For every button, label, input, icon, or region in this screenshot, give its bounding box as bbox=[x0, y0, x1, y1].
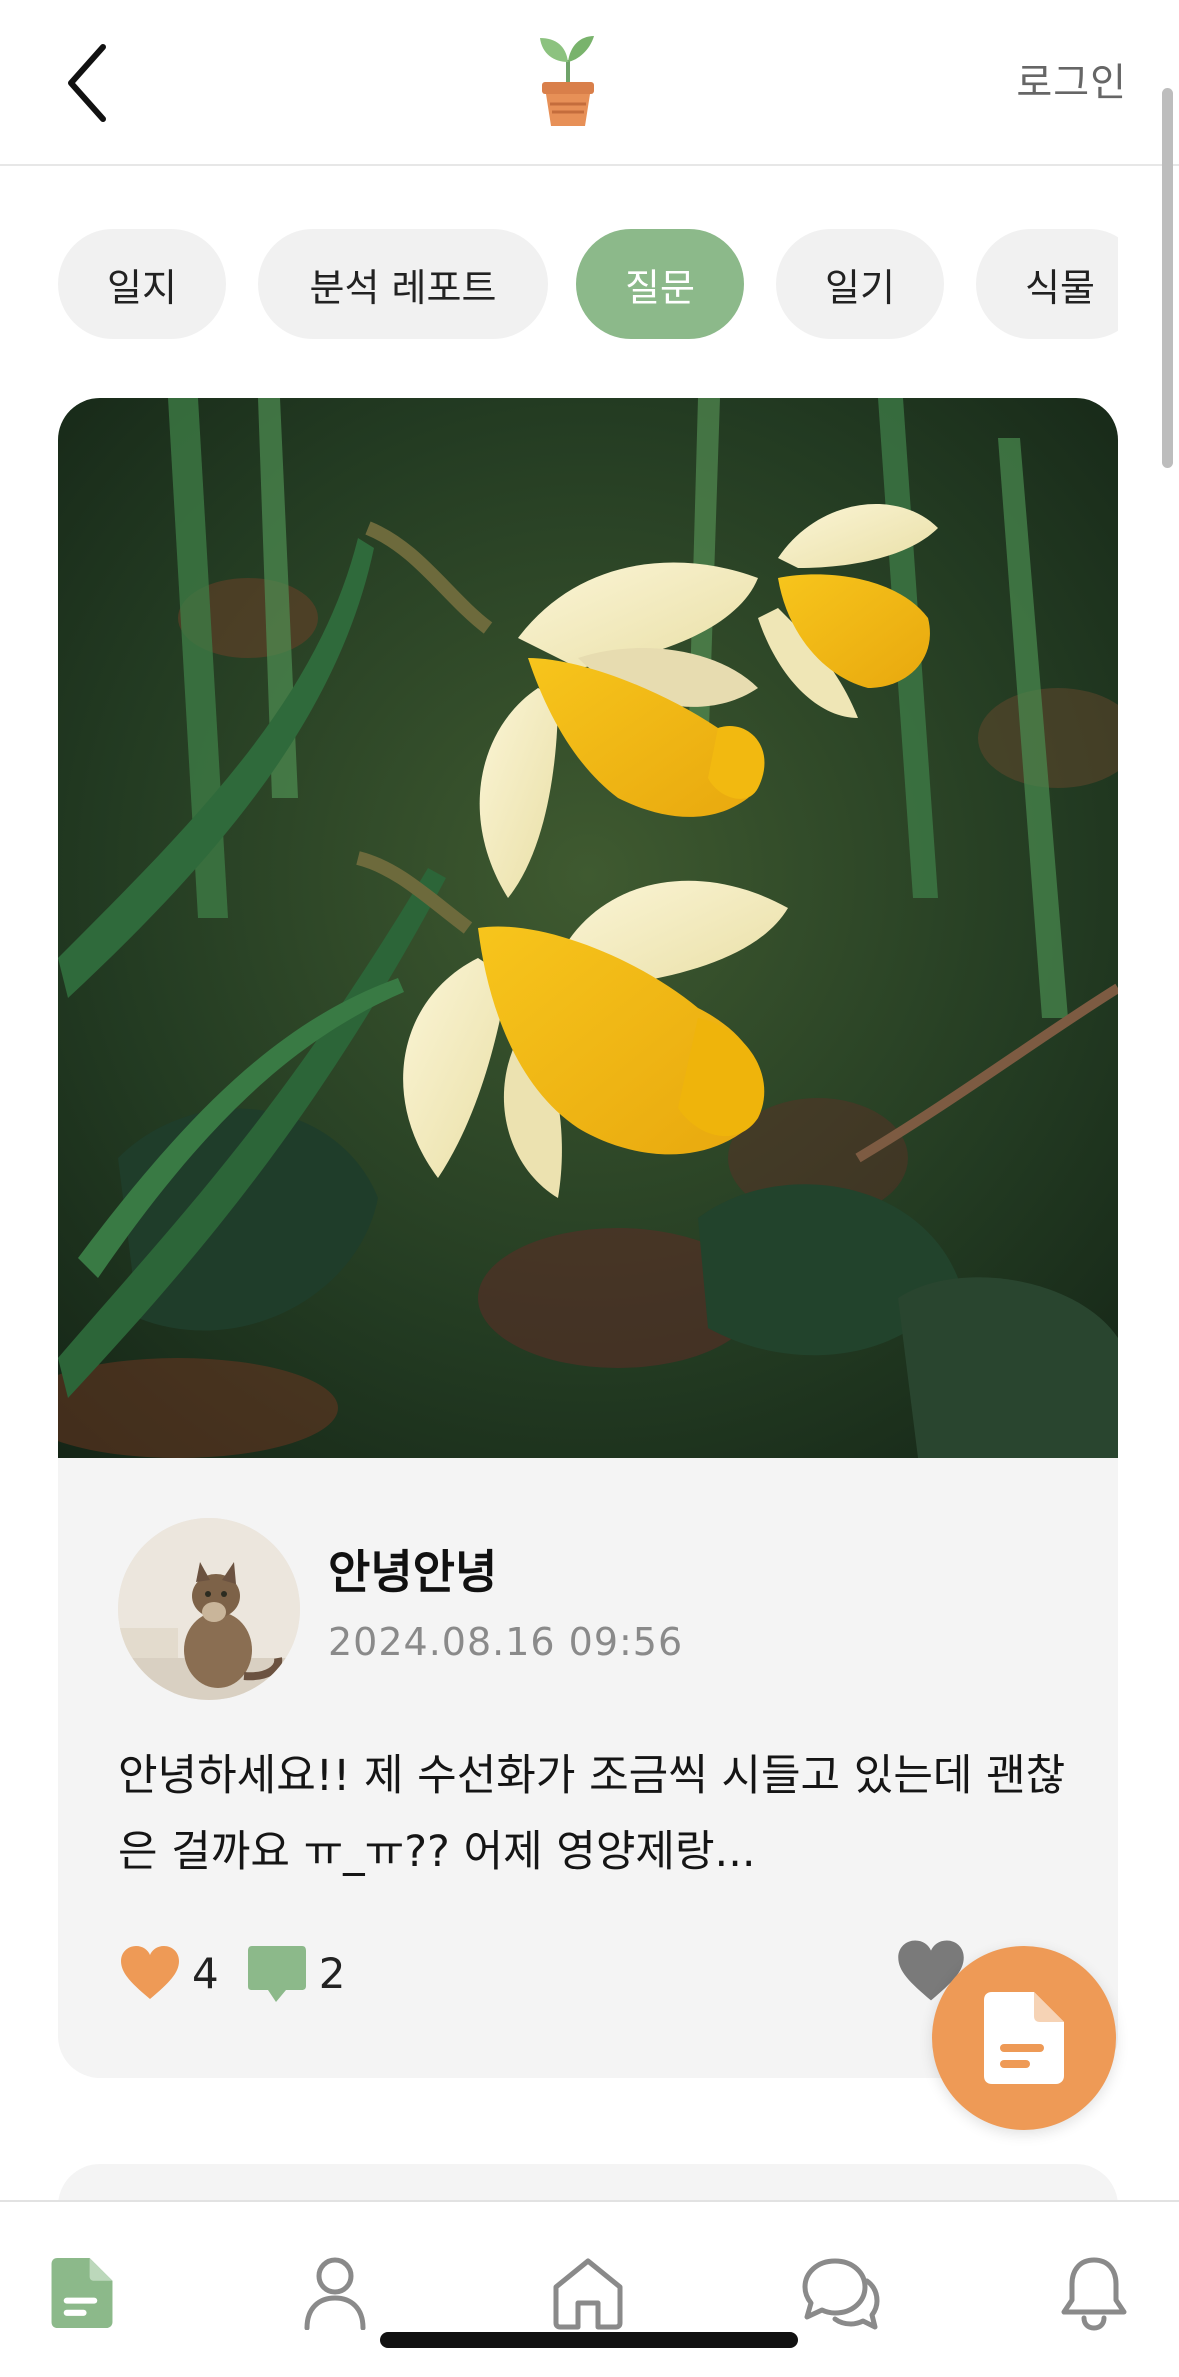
chevron-left-icon bbox=[68, 44, 106, 122]
tab-plant[interactable]: 식물 bbox=[976, 229, 1118, 339]
home-indicator[interactable] bbox=[380, 2332, 798, 2348]
nav-chat[interactable] bbox=[796, 2248, 886, 2338]
write-post-button[interactable] bbox=[932, 1946, 1116, 2130]
person-icon bbox=[304, 2257, 366, 2330]
login-link[interactable]: 로그인 bbox=[1016, 52, 1127, 108]
post-excerpt[interactable]: 안녕하세요!! 제 수선화가 조금씩 시들고 있는데 괜찮은 걸까요 ㅠ_ㅠ??… bbox=[118, 1738, 1068, 1890]
chat-icon bbox=[802, 2258, 880, 2330]
category-tabs: 일지 분석 레포트 질문 일기 식물 bbox=[58, 229, 1118, 339]
avatar[interactable] bbox=[118, 1518, 300, 1700]
home-icon bbox=[553, 2258, 623, 2330]
post-timestamp: 2024.08.16 09:56 bbox=[328, 1620, 684, 1664]
daffodil-photo[interactable] bbox=[58, 398, 1118, 1458]
tab-question[interactable]: 질문 bbox=[576, 229, 744, 339]
plant-pot-logo bbox=[532, 32, 604, 132]
heart-icon[interactable] bbox=[118, 1942, 182, 2004]
tab-diary[interactable]: 일기 bbox=[776, 229, 944, 339]
nav-profile[interactable] bbox=[290, 2248, 380, 2338]
bottom-navigation bbox=[0, 2200, 1179, 2377]
like-count: 4 bbox=[192, 1948, 219, 1998]
comment-count: 2 bbox=[318, 1948, 346, 1998]
nav-notifications[interactable] bbox=[1049, 2248, 1139, 2338]
nav-home[interactable] bbox=[543, 2248, 633, 2338]
post-stats: 4 2 bbox=[118, 1938, 371, 2008]
scrollbar[interactable] bbox=[1162, 88, 1173, 468]
author-name: 안녕안녕 bbox=[328, 1545, 498, 1599]
bell-icon bbox=[1061, 2257, 1127, 2331]
post-card[interactable]: 안녕안녕 2024.08.16 09:56 안녕하세요!! 제 수선화가 조금씩… bbox=[58, 398, 1118, 2078]
nav-journal[interactable] bbox=[37, 2248, 127, 2338]
app-screen: 로그인 일지 분석 레포트 질문 일기 식물 안녕안녕 2024.08.16 0… bbox=[0, 0, 1179, 2377]
document-icon bbox=[51, 2257, 113, 2329]
comment-icon[interactable] bbox=[245, 1942, 309, 2004]
tab-journal[interactable]: 일지 bbox=[58, 229, 226, 339]
tab-analysis-report[interactable]: 분석 레포트 bbox=[258, 229, 548, 339]
top-bar: 로그인 bbox=[0, 0, 1179, 166]
document-icon bbox=[984, 1992, 1064, 2084]
back-button[interactable] bbox=[52, 38, 122, 128]
